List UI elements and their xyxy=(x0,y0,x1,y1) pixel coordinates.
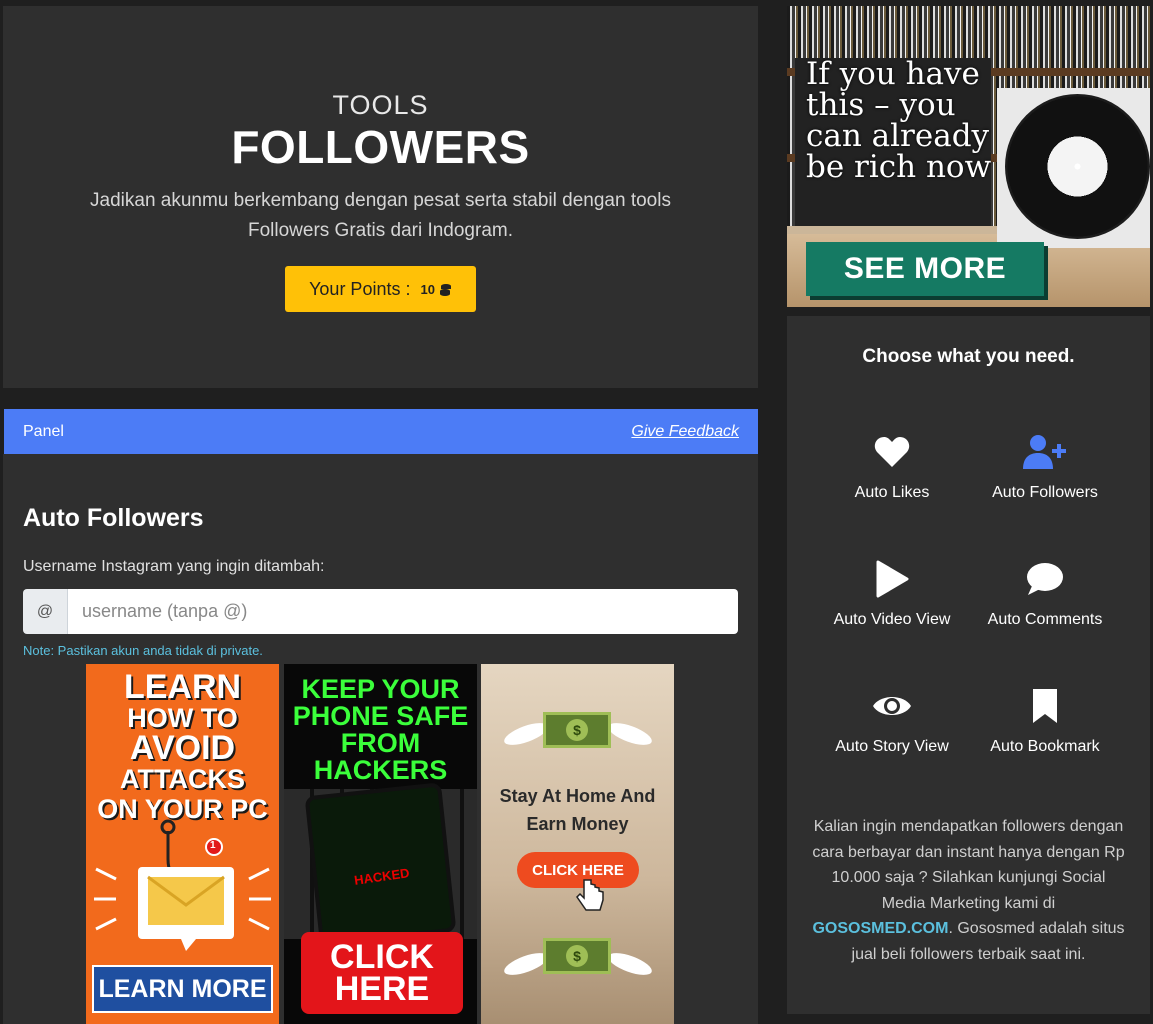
envelope-hook-icon xyxy=(94,819,271,951)
tool-label: Auto Bookmark xyxy=(990,738,1100,755)
ad3-line2: Earn Money xyxy=(526,814,629,834)
panel-header-label: Panel xyxy=(23,422,64,440)
wing-right-2 xyxy=(605,948,655,980)
hero-eyebrow: TOOLS xyxy=(332,90,429,120)
points-badge: 10 xyxy=(420,282,451,297)
coins-icon xyxy=(439,283,451,296)
ad2-cta-line2: HERE xyxy=(334,970,430,1008)
money-bill-icon: $ xyxy=(543,712,611,748)
tool-auto-story-view[interactable]: Auto Story View xyxy=(817,686,967,756)
panel-header: Panel Give Feedback xyxy=(4,409,758,454)
hero-section: TOOLS FOLLOWERS Jadikan akunmu berkemban… xyxy=(3,6,758,388)
tools-sidebar: Choose what you need. Auto Likes Auto Fo… xyxy=(787,316,1150,1014)
ad2-click-here-button[interactable]: CLICK HERE xyxy=(301,932,463,1014)
tool-auto-bookmark[interactable]: Auto Bookmark xyxy=(970,686,1120,756)
private-account-note: Note: Pastikan akun anda tidak di privat… xyxy=(23,643,263,658)
username-field-label: Username Instagram yang ingin ditambah: xyxy=(23,558,325,575)
your-points-button[interactable]: Your Points : 10 xyxy=(285,266,476,312)
ad4-see-more-button[interactable]: SEE MORE xyxy=(806,242,1044,296)
comment-icon xyxy=(1027,563,1063,595)
money-symbol: $ xyxy=(566,719,588,741)
cursor-hand-icon xyxy=(576,879,604,911)
tool-label: Auto Followers xyxy=(992,484,1098,501)
heart-icon xyxy=(874,437,910,467)
give-feedback-link[interactable]: Give Feedback xyxy=(631,423,739,441)
ad2-cta-line1: CLICK xyxy=(330,938,434,976)
play-icon xyxy=(876,560,909,598)
phone-image xyxy=(304,782,457,946)
ad-banner-phone-safe[interactable]: KEEP YOUR PHONE SAFE FROM HACKERS HACKED… xyxy=(284,664,477,1024)
tool-auto-followers[interactable]: Auto Followers xyxy=(970,432,1120,502)
at-prefix: @ xyxy=(23,589,68,634)
ad-banner-records[interactable]: If you have this – you can already be ri… xyxy=(787,6,1150,307)
ad3-line1: Stay At Home And xyxy=(499,786,656,806)
username-input[interactable] xyxy=(68,589,738,634)
tool-label: Auto Likes xyxy=(854,484,930,501)
ad4-line2: this – you xyxy=(806,87,956,123)
ad2-line2: PHONE SAFE xyxy=(292,701,469,731)
ad4-headline: If you have this – you can already be ri… xyxy=(806,59,991,183)
username-input-group: @ xyxy=(23,589,738,634)
tool-auto-video-view[interactable]: Auto Video View xyxy=(817,559,967,629)
ad4-line1: If you have xyxy=(806,56,980,92)
sidebar-heading: Choose what you need. xyxy=(862,346,1075,367)
ad1-line4: ATTACKS xyxy=(120,764,245,794)
points-label: Your Points : xyxy=(309,278,411,299)
bookmark-icon xyxy=(1033,689,1057,723)
ad1-badge: 1 xyxy=(210,840,216,851)
ad2-line3: FROM xyxy=(340,728,421,758)
points-value: 10 xyxy=(420,281,435,297)
tool-auto-comments[interactable]: Auto Comments xyxy=(970,559,1120,629)
tool-label: Auto Story View xyxy=(835,738,949,755)
tool-auto-likes[interactable]: Auto Likes xyxy=(817,432,967,502)
ad2-line4: HACKERS xyxy=(313,755,448,785)
ad1-learn-more-button[interactable]: LEARN MORE xyxy=(92,965,273,1013)
gososmed-link[interactable]: GOSOSMED.COM xyxy=(812,920,948,937)
ad4-line3: can already xyxy=(806,118,990,154)
ad1-line3: AVOID xyxy=(129,729,236,767)
form-title: Auto Followers xyxy=(23,504,204,532)
money-symbol-2: $ xyxy=(566,945,588,967)
user-plus-icon xyxy=(1023,435,1066,469)
ad2-line1: KEEP YOUR xyxy=(301,674,460,704)
vinyl-record-image xyxy=(1005,94,1150,239)
wing-right xyxy=(605,718,655,750)
ad1-line1: LEARN xyxy=(123,668,242,706)
tool-label: Auto Video View xyxy=(833,611,951,628)
money-bill-icon-2: $ xyxy=(543,938,611,974)
tool-label: Auto Comments xyxy=(987,611,1103,628)
info-before: Kalian ingin mendapatkan followers denga… xyxy=(812,818,1125,912)
sidebar-info-text: Kalian ingin mendapatkan followers denga… xyxy=(811,814,1126,967)
page-title: FOLLOWERS xyxy=(231,121,530,173)
ad-banner-avoid-attacks[interactable]: LEARN HOW TO AVOID ATTACKS ON YOUR PC 1 … xyxy=(86,664,279,1024)
ad-banner-earn-money[interactable]: $ Stay At Home And Earn Money CLICK HERE… xyxy=(481,664,674,1024)
ad4-line4: be rich now xyxy=(806,149,992,185)
hero-description: Jadikan akunmu berkembang dengan pesat s… xyxy=(90,190,671,241)
eye-icon xyxy=(873,697,911,715)
